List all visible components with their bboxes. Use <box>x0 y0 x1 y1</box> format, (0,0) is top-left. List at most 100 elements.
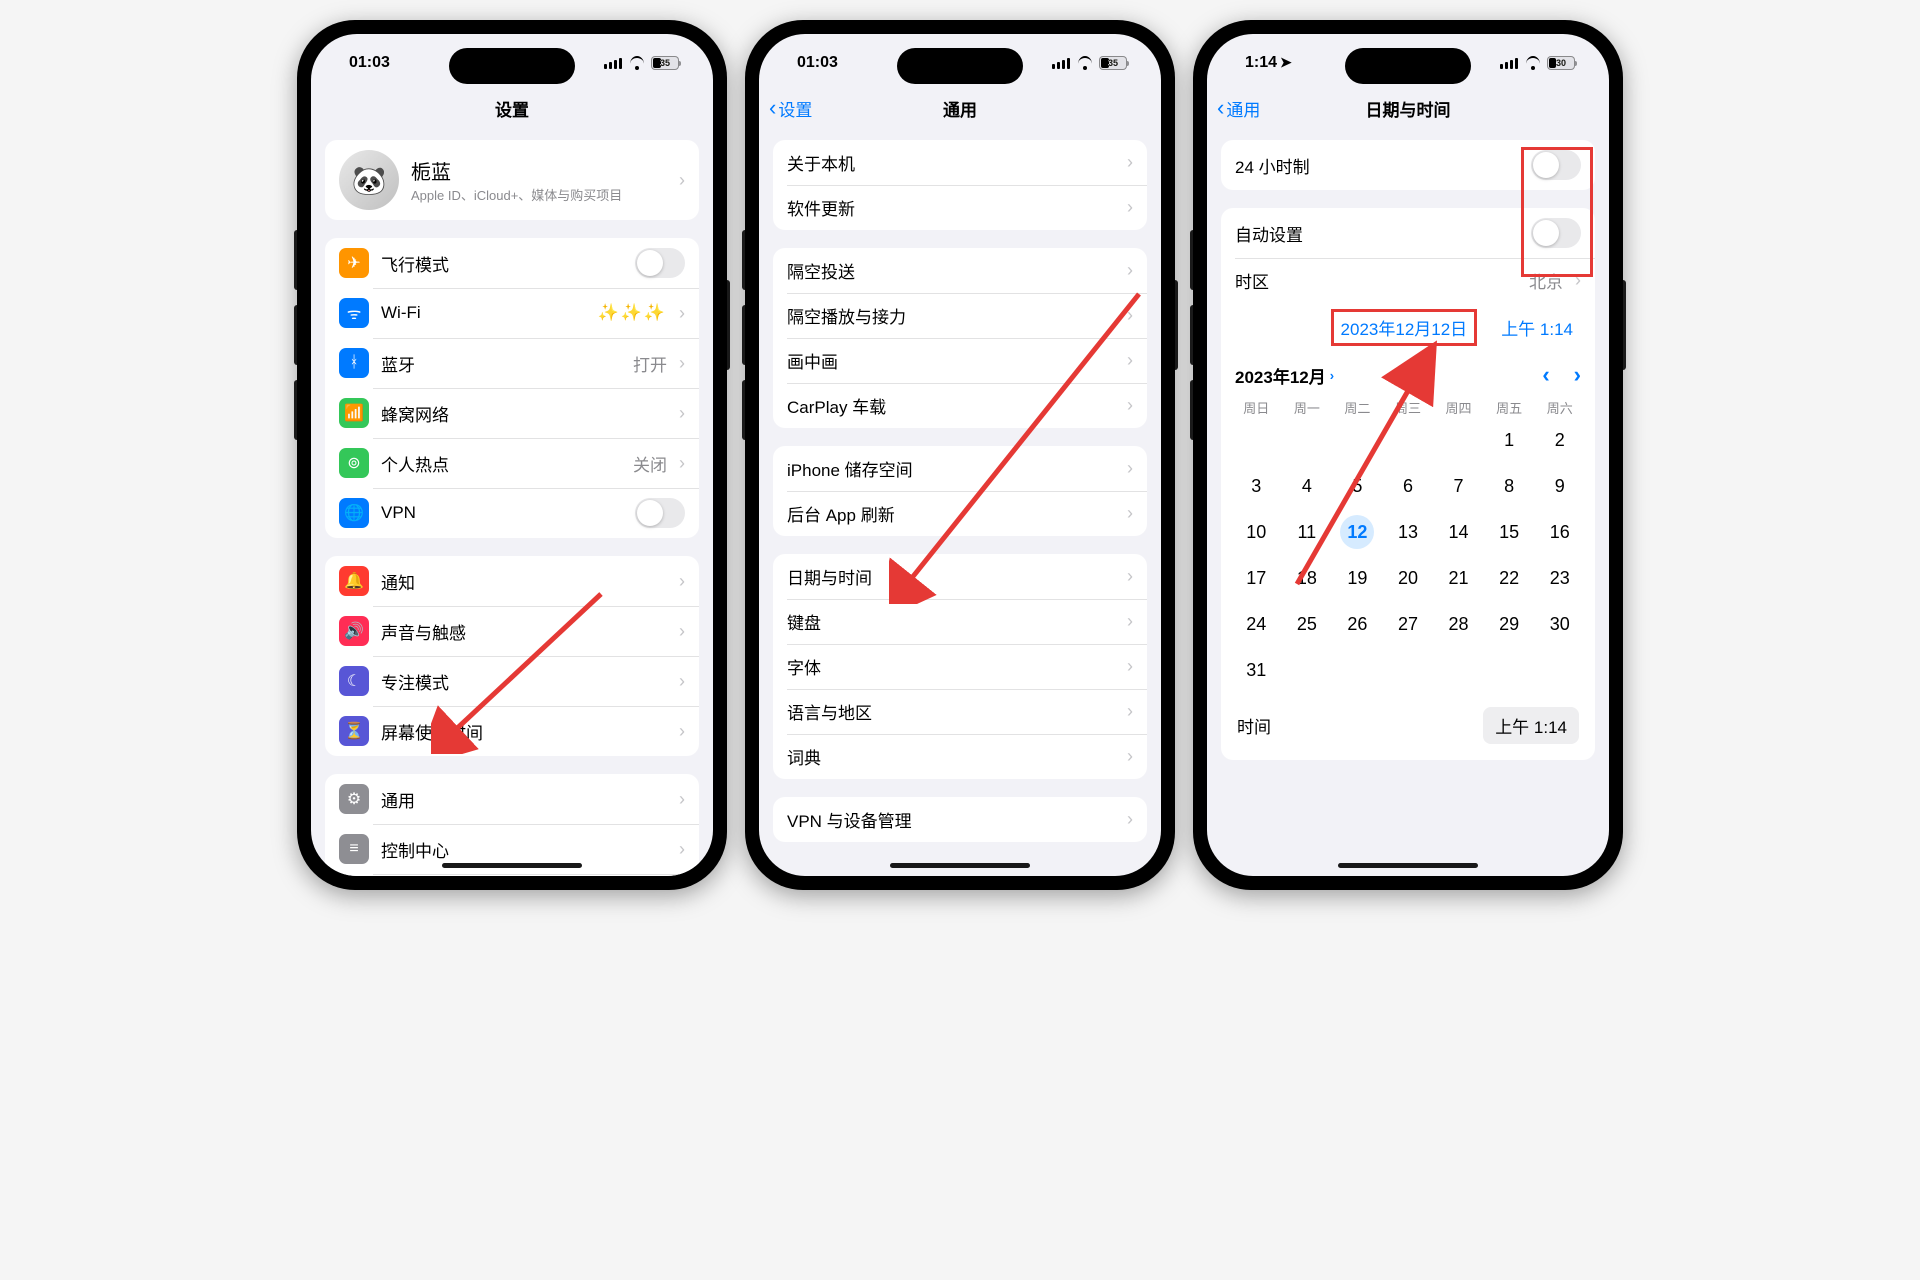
about-row[interactable]: 关于本机› <box>773 140 1147 185</box>
calendar-day[interactable]: 13 <box>1383 513 1434 551</box>
calendar-day[interactable]: 25 <box>1282 605 1333 643</box>
calendar-day[interactable]: 11 <box>1282 513 1333 551</box>
profile-sub: Apple ID、iCloud+、媒体与购买项目 <box>411 185 667 204</box>
home-indicator[interactable] <box>890 863 1030 868</box>
switches-icon: ≡ <box>339 834 369 864</box>
back-button[interactable]: ‹设置 <box>769 95 812 121</box>
globe-icon: 🌐 <box>339 498 369 528</box>
calendar-day[interactable]: 27 <box>1383 605 1434 643</box>
fonts-row[interactable]: 字体› <box>773 644 1147 689</box>
calendar-day[interactable]: 24 <box>1231 605 1282 643</box>
navbar: ‹设置 通用 <box>759 86 1161 130</box>
home-indicator[interactable] <box>1338 863 1478 868</box>
calendar-day[interactable]: 22 <box>1484 559 1535 597</box>
navbar: 设置 <box>311 86 713 130</box>
chevron-right-icon: › <box>679 453 685 474</box>
back-button[interactable]: ‹通用 <box>1217 95 1260 121</box>
calendar-day[interactable]: 1 <box>1484 421 1535 459</box>
navbar: ‹通用 日期与时间 <box>1207 86 1609 130</box>
carplay-row[interactable]: CarPlay 车载› <box>773 383 1147 428</box>
dynamic-island <box>449 48 575 84</box>
phone-general: 01:03 35 ‹设置 通用 关于本机› 软件更新› 隔空投送› 隔空播放与接… <box>745 20 1175 890</box>
chevron-right-icon: › <box>1127 350 1133 371</box>
calendar-day[interactable]: 19 <box>1332 559 1383 597</box>
hotspot-row[interactable]: ⊚ 个人热点 关闭 › <box>325 438 699 488</box>
airplane-row[interactable]: ✈ 飞行模式 <box>325 238 699 288</box>
software-update-row[interactable]: 软件更新› <box>773 185 1147 230</box>
profile-name: 栀蓝 <box>411 156 667 185</box>
calendar-day[interactable]: 2 <box>1534 421 1585 459</box>
storage-row[interactable]: iPhone 储存空间› <box>773 446 1147 491</box>
time-label: 时间 <box>1237 713 1271 738</box>
next-month-button[interactable]: › <box>1574 362 1581 388</box>
airdrop-row[interactable]: 隔空投送› <box>773 248 1147 293</box>
calendar-day[interactable]: 21 <box>1433 559 1484 597</box>
chevron-right-icon: › <box>1127 197 1133 218</box>
bell-icon: 🔔 <box>339 566 369 596</box>
calendar-day[interactable]: 14 <box>1433 513 1484 551</box>
display-row[interactable]: ☀ 显示与亮度 › <box>325 874 699 876</box>
calendar-day[interactable]: 5 <box>1332 467 1383 505</box>
calendar-day[interactable]: 26 <box>1332 605 1383 643</box>
apple-id-row[interactable]: 🐼 栀蓝 Apple ID、iCloud+、媒体与购买项目 › <box>325 140 699 220</box>
vpn-toggle[interactable] <box>635 498 685 528</box>
chevron-right-icon: › <box>1127 395 1133 416</box>
general-row[interactable]: ⚙ 通用 › <box>325 774 699 824</box>
calendar-month[interactable]: 2023年12月› <box>1235 363 1542 388</box>
home-indicator[interactable] <box>442 863 582 868</box>
calendar-day[interactable]: 28 <box>1433 605 1484 643</box>
calendar-day[interactable]: 30 <box>1534 605 1585 643</box>
wifi-settings-icon: ᯤ <box>339 298 369 328</box>
wifi-row[interactable]: ᯤ Wi-Fi ✨✨✨ › <box>325 288 699 338</box>
calendar-day <box>1484 651 1535 689</box>
battery-icon: 35 <box>1099 56 1127 70</box>
chevron-right-icon: › <box>1127 656 1133 677</box>
calendar-day[interactable]: 16 <box>1534 513 1585 551</box>
chevron-right-icon: › <box>679 571 685 592</box>
focus-row[interactable]: ☾ 专注模式 › <box>325 656 699 706</box>
vpn-device-row[interactable]: VPN 与设备管理› <box>773 797 1147 842</box>
background-refresh-row[interactable]: 后台 App 刷新› <box>773 491 1147 536</box>
calendar-day[interactable]: 7 <box>1433 467 1484 505</box>
calendar-day[interactable]: 20 <box>1383 559 1434 597</box>
dictionary-row[interactable]: 词典› <box>773 734 1147 779</box>
time-chip[interactable]: 上午 1:14 <box>1493 311 1581 344</box>
keyboard-row[interactable]: 键盘› <box>773 599 1147 644</box>
airplane-toggle[interactable] <box>635 248 685 278</box>
calendar-day[interactable]: 29 <box>1484 605 1535 643</box>
calendar-day[interactable]: 3 <box>1231 467 1282 505</box>
notifications-row[interactable]: 🔔 通知 › <box>325 556 699 606</box>
status-time: 1:14➤ <box>1245 48 1292 72</box>
datetime-row[interactable]: 日期与时间› <box>773 554 1147 599</box>
calendar-day <box>1282 651 1333 689</box>
time-picker[interactable]: 上午 1:14 <box>1483 707 1579 744</box>
calendar-day[interactable]: 23 <box>1534 559 1585 597</box>
page-title: 日期与时间 <box>1366 96 1451 121</box>
calendar-day[interactable]: 8 <box>1484 467 1535 505</box>
language-row[interactable]: 语言与地区› <box>773 689 1147 734</box>
24hour-toggle[interactable] <box>1531 150 1581 180</box>
calendar-day <box>1383 421 1434 459</box>
calendar-day[interactable]: 18 <box>1282 559 1333 597</box>
prev-month-button[interactable]: ‹ <box>1542 362 1549 388</box>
cellular-row[interactable]: 📶 蜂窝网络 › <box>325 388 699 438</box>
airplay-row[interactable]: 隔空播放与接力› <box>773 293 1147 338</box>
calendar-day[interactable]: 15 <box>1484 513 1535 551</box>
calendar-day[interactable]: 17 <box>1231 559 1282 597</box>
timezone-row[interactable]: 时区 北京 › <box>1221 258 1595 303</box>
autoset-row: 自动设置 <box>1221 208 1595 258</box>
autoset-toggle[interactable] <box>1531 218 1581 248</box>
calendar-day[interactable]: 9 <box>1534 467 1585 505</box>
bluetooth-row[interactable]: ᚼ 蓝牙 打开 › <box>325 338 699 388</box>
calendar-day[interactable]: 4 <box>1282 467 1333 505</box>
sounds-row[interactable]: 🔊 声音与触感 › <box>325 606 699 656</box>
pip-row[interactable]: 画中画› <box>773 338 1147 383</box>
calendar-day[interactable]: 6 <box>1383 467 1434 505</box>
vpn-row[interactable]: 🌐 VPN <box>325 488 699 538</box>
calendar-day[interactable]: 12 <box>1332 513 1383 551</box>
calendar-day[interactable]: 10 <box>1231 513 1282 551</box>
calendar-day[interactable]: 31 <box>1231 651 1282 689</box>
date-chip[interactable]: 2023年12月12日 <box>1333 311 1476 344</box>
screentime-row[interactable]: ⏳ 屏幕使用时间 › <box>325 706 699 756</box>
chevron-right-icon: › <box>1575 270 1581 291</box>
